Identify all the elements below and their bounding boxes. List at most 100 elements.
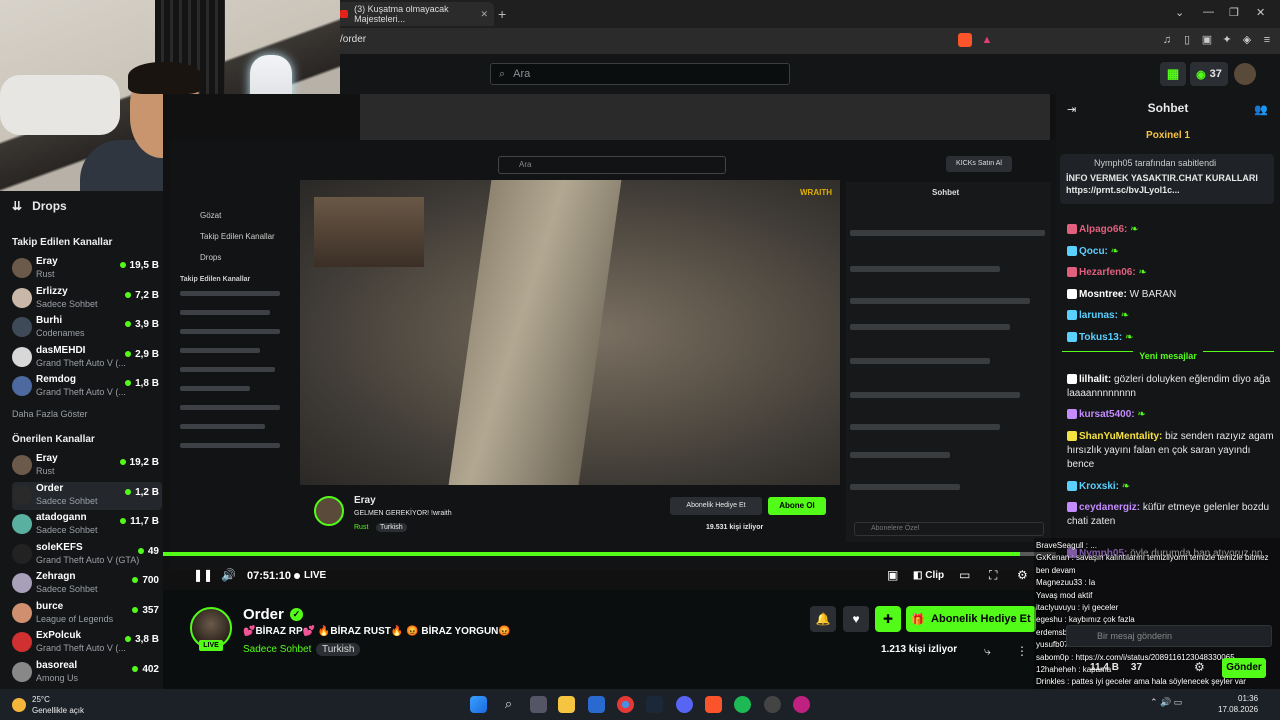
media-icon[interactable]: ♫ (1160, 33, 1174, 47)
notification-bell-icon[interactable]: 🔔 (810, 606, 836, 632)
embedded-browser-bar (360, 94, 1050, 140)
pinned-message[interactable]: Nymph05 tarafından sabitlendi İNFO VERME… (1060, 154, 1274, 204)
search-taskbar-icon[interactable]: ⌕ (500, 696, 517, 713)
drops-link[interactable]: ⇊ Drops (12, 199, 67, 213)
brave-shield-icon[interactable] (958, 33, 972, 47)
sidebar-channel[interactable]: Zehragn Sadece Sohbet 700 (12, 570, 162, 598)
task-view-icon[interactable] (530, 696, 547, 713)
chat-username[interactable]: Qocu: (1079, 246, 1108, 257)
recommended-title: Önerilen Kanallar (12, 434, 95, 445)
store-icon[interactable] (588, 696, 605, 713)
leo-icon[interactable]: ✦ (1220, 33, 1234, 47)
overlay-chat-line: GxKenan : savaşın kalıntılarını temizliy… (1036, 553, 1269, 563)
sidebar-channel[interactable]: dasMEHDI Grand Theft Auto V (... 2,9 B (12, 344, 162, 372)
url-field[interactable]: /order (340, 34, 366, 45)
subscribe-plus-icon[interactable]: ✚ (875, 606, 901, 632)
new-messages-divider[interactable]: Yeni mesajlar (1062, 351, 1274, 365)
clip-button[interactable]: ◧ Clip (913, 570, 944, 581)
sidebar-channel[interactable]: atadogann Sadece Sohbet 11,7 B (12, 511, 162, 539)
brave-rewards-icon[interactable]: ▲ (980, 33, 994, 47)
sidebar-channel[interactable]: Eray Rust 19,5 B (12, 255, 162, 283)
chrome-icon[interactable] (617, 696, 634, 713)
drops-icon: ⇊ (12, 199, 23, 213)
sidebar-channel[interactable]: Eray Rust 19,2 B (12, 452, 162, 480)
chat-username[interactable]: kursat5400: (1079, 409, 1135, 420)
chat-username[interactable]: larunas: (1079, 310, 1118, 321)
tab-close-icon[interactable]: ✕ (480, 9, 488, 20)
close-window-button[interactable]: ✕ (1256, 6, 1265, 19)
chat-users-icon[interactable]: 👥 (1254, 103, 1268, 116)
chat-username[interactable]: Tokus13: (1079, 332, 1122, 343)
clock-date: 17.08.2026 (1218, 705, 1259, 714)
browser-tab[interactable]: (3) Kuşatma olmayacak Majesteleri... ✕ (334, 2, 494, 26)
file-explorer-icon[interactable] (558, 696, 575, 713)
new-messages-label: Yeni mesajlar (1133, 351, 1203, 361)
volume-icon[interactable]: 🔊 (221, 568, 236, 582)
chat-username[interactable]: ShanYuMentality: (1079, 431, 1162, 442)
menu-icon[interactable]: ≡ (1260, 33, 1274, 47)
emote-icon: ❧ (1138, 267, 1147, 278)
kick-rewards-icon[interactable]: ▦ (1160, 62, 1186, 86)
minimize-button[interactable]: — (1203, 6, 1214, 18)
chat-message: Hezarfen06: ❧ (1067, 266, 1275, 280)
chat-username[interactable]: Kroxski: (1079, 481, 1119, 492)
embedded-gift-button: Abonelik Hediye Et (670, 497, 762, 515)
sidebar-channel[interactable]: basoreal Among Us 402 (12, 659, 162, 687)
streamer-name[interactable]: Order ✓ (243, 606, 303, 623)
user-avatar[interactable] (1234, 63, 1256, 85)
fullscreen-icon[interactable]: ⛶ (989, 568, 997, 583)
sidebar-channel[interactable]: Remdog Grand Theft Auto V (... 1,8 B (12, 373, 162, 401)
windows-start-icon[interactable] (470, 696, 487, 713)
taskbar-clock[interactable]: 01:36 17.08.2026 (1218, 693, 1258, 715)
more-options-icon[interactable]: ⋮ (1016, 644, 1028, 658)
gift-subscription-button[interactable]: 🎁 Abonelik Hediye Et (906, 606, 1036, 632)
new-tab-button[interactable]: + (498, 6, 506, 22)
settings-icon[interactable]: ⚙ (1017, 568, 1028, 582)
sidebar-channel[interactable]: Erlizzy Sadece Sohbet 7,2 B (12, 285, 162, 313)
opera-icon[interactable] (793, 696, 810, 713)
stream-tag[interactable]: Turkish (316, 643, 361, 656)
steam-icon[interactable] (646, 696, 663, 713)
chat-input[interactable]: Bir mesaj gönderin (1066, 625, 1272, 647)
pip-icon[interactable]: ▭ (959, 568, 970, 582)
chat-username[interactable]: ceydanergiz: (1079, 502, 1140, 513)
obs-icon[interactable] (764, 696, 781, 713)
weather-widget[interactable]: 25°C Genellikle açık (12, 694, 84, 716)
stream-category[interactable]: Sadece Sohbet (243, 644, 311, 655)
share-icon[interactable]: ⤷ (984, 644, 991, 659)
channel-viewers: 3,8 B (125, 634, 159, 645)
sidebar-channel[interactable]: Burhi Codenames 3,9 B (12, 314, 162, 342)
tab-title: (3) Kuşatma olmayacak Majesteleri... (354, 4, 449, 24)
sidebar-channel[interactable]: ExPolcuk Grand Theft Auto V (... 3,8 B (12, 629, 162, 657)
brave-icon[interactable] (705, 696, 722, 713)
sidebar-channel[interactable]: Order Sadece Sohbet 1,2 B (12, 481, 162, 510)
chat-username[interactable]: lilhalit: (1079, 374, 1111, 385)
live-indicator[interactable]: LIVE (294, 570, 326, 581)
search-input[interactable]: ⌕ Ara (490, 63, 790, 85)
embedded-chat-line (850, 358, 990, 364)
vpn-icon[interactable]: ◈ (1240, 33, 1254, 47)
chat-username[interactable]: Mosntree: (1079, 289, 1127, 300)
theater-mode-icon[interactable]: ▣ (887, 568, 898, 582)
discord-icon[interactable] (676, 696, 693, 713)
system-tray-icon[interactable]: ⌃ 🔊 ▭ (1150, 697, 1182, 708)
pause-icon[interactable]: ❚❚ (193, 568, 213, 582)
sidebar-toggle-icon[interactable]: ▯ (1180, 33, 1194, 47)
points-button[interactable]: ◉ 37 (1190, 62, 1228, 86)
chat-settings-icon[interactable]: ⚙ (1194, 660, 1205, 674)
send-button[interactable]: Gönder (1222, 658, 1266, 678)
follow-heart-icon[interactable]: ♥ (843, 606, 869, 632)
chat-leaderboard[interactable]: Poxinel 1 (1056, 130, 1280, 141)
chat-username[interactable]: Hezarfen06: (1079, 267, 1136, 278)
spotify-icon[interactable] (734, 696, 751, 713)
embedded-search: Ara (498, 156, 726, 174)
embedded-kicks: KICKs Satın Al (946, 156, 1012, 172)
channel-name: burce (36, 600, 64, 612)
sidebar-channel[interactable]: soleKEFS Grand Theft Auto V (GTA) 49 (12, 541, 162, 569)
tab-search-button[interactable]: ⌄ (1175, 6, 1184, 19)
maximize-button[interactable]: ❐ (1229, 6, 1239, 19)
show-more-link[interactable]: Daha Fazla Göster (12, 409, 88, 419)
sidebar-channel[interactable]: burce League of Legends 357 (12, 600, 162, 628)
wallet-icon[interactable]: ▣ (1200, 33, 1214, 47)
chat-username[interactable]: Alpago66: (1079, 224, 1127, 235)
